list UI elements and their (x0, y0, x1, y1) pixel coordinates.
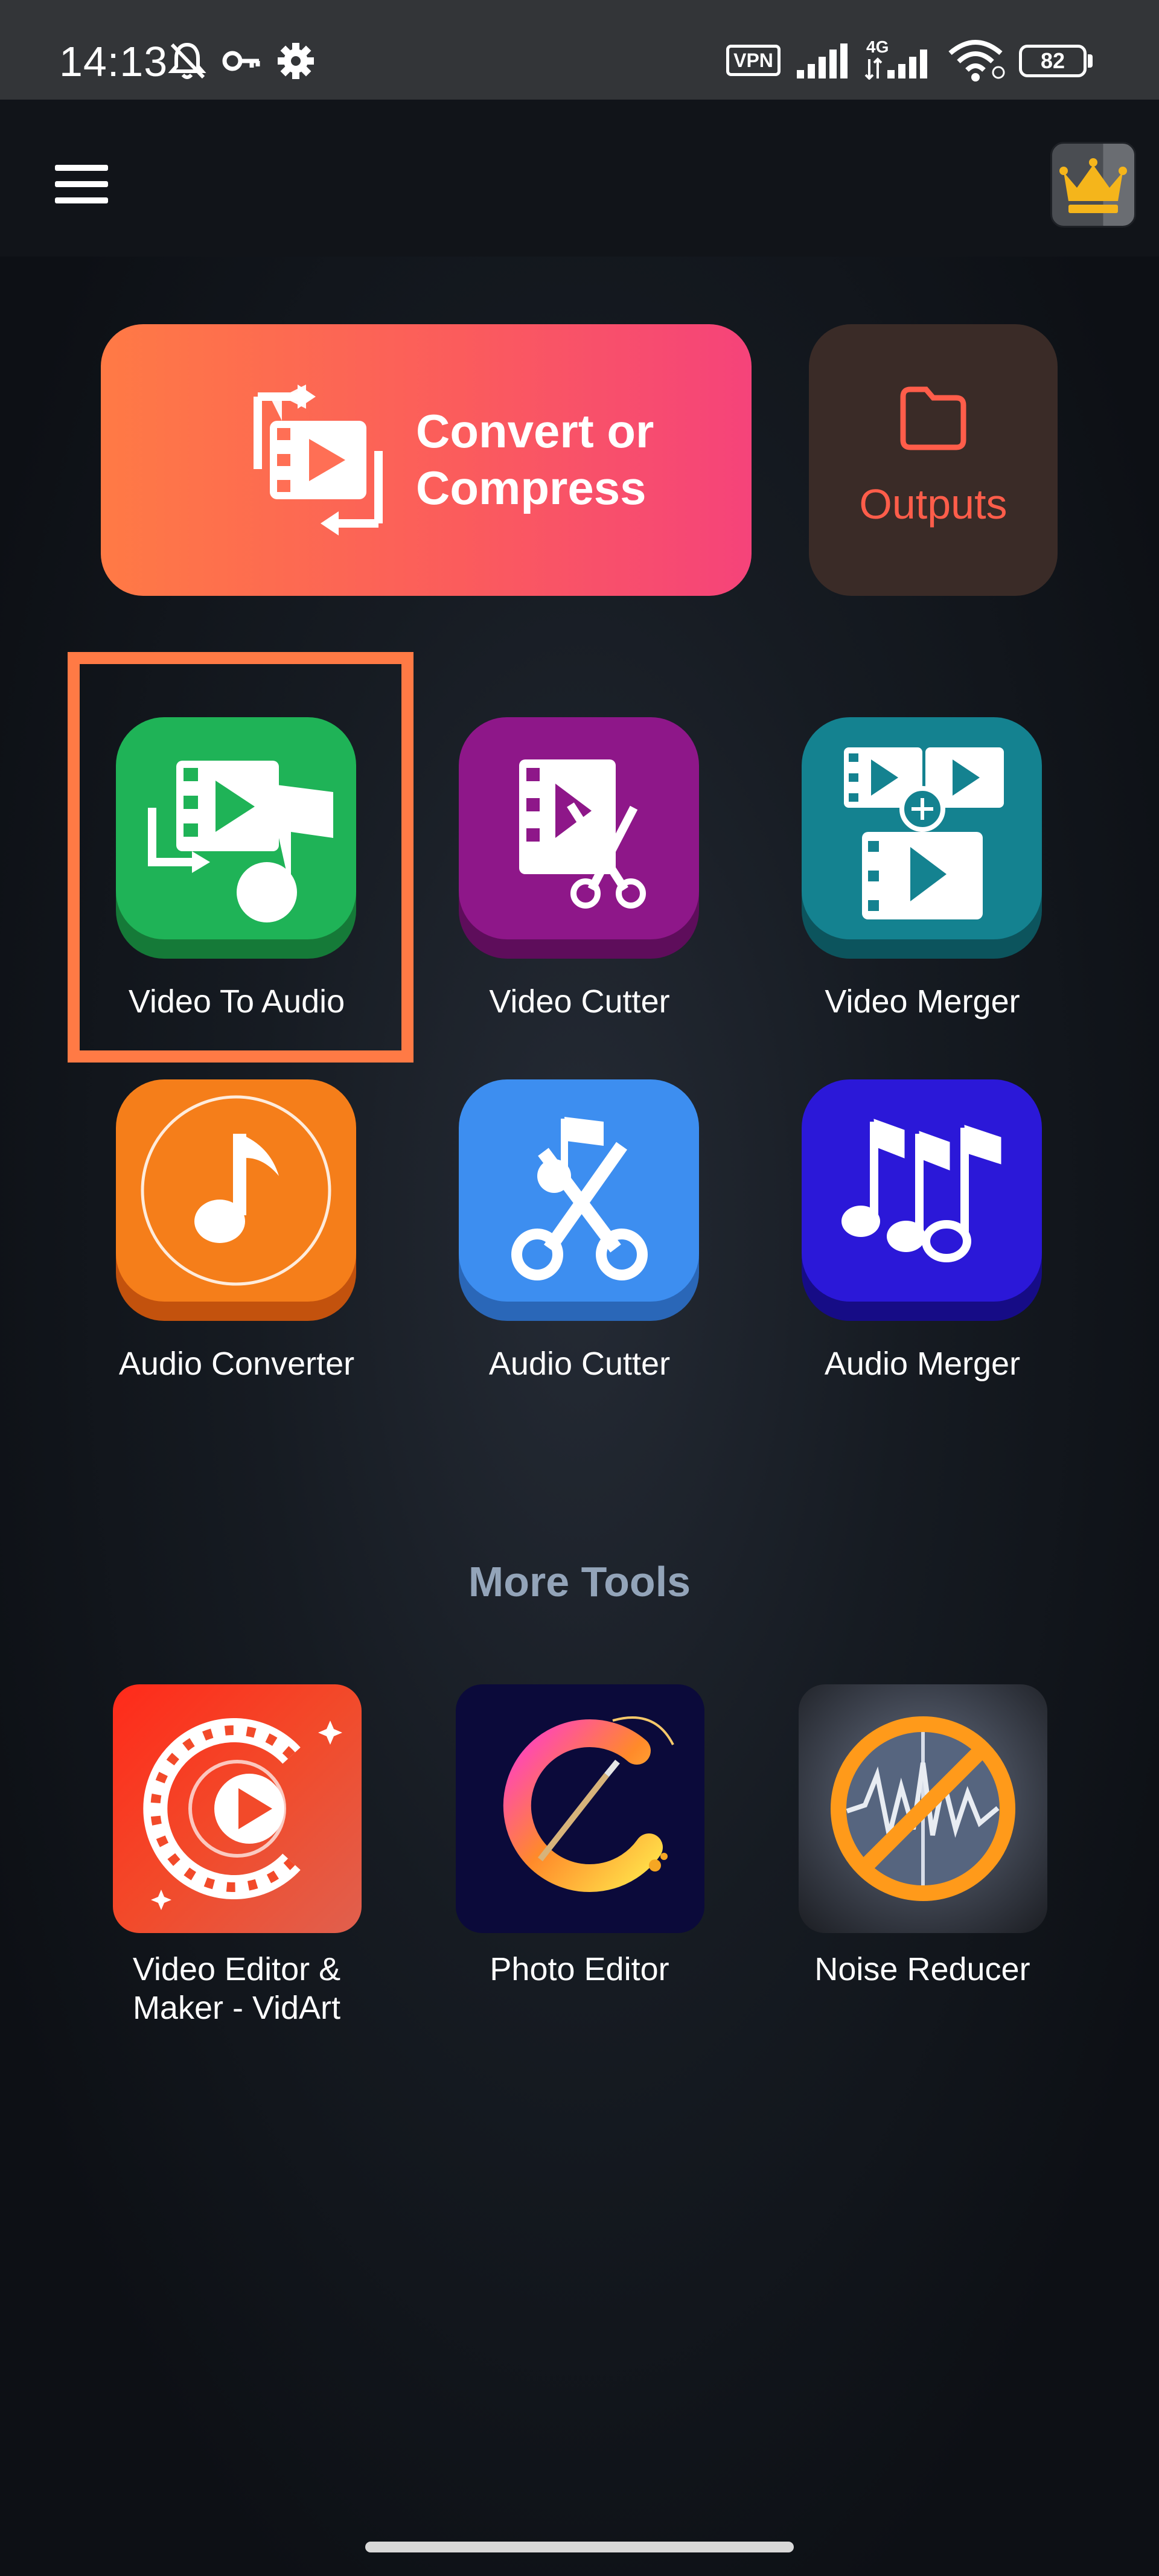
muted-bell-icon (168, 42, 206, 79)
crown-icon (1059, 158, 1127, 213)
tool-label: Audio Merger (824, 1346, 1021, 1382)
tool-label: Audio Cutter (488, 1346, 671, 1382)
outputs-label: Outputs (859, 481, 1007, 528)
audio-cutter-icon (459, 1079, 699, 1302)
selection-highlight (68, 652, 413, 1063)
tool-video-merger[interactable]: Video Merger (759, 717, 1042, 1043)
convert-label-line1: Convert or (416, 404, 654, 458)
status-time: 14:13 (59, 38, 168, 85)
vidart-label-line2: Maker - VidArt (132, 1990, 341, 2026)
audio-merger-icon (802, 1079, 1042, 1302)
signal-icon (797, 43, 848, 78)
convert-label-line2: Compress (416, 461, 647, 514)
folder-icon (900, 386, 966, 450)
more-tool-noise-reducer[interactable]: Noise Reducer (759, 1684, 1085, 2022)
hamburger-menu-icon[interactable] (51, 160, 112, 208)
photo-editor-label-line1: Photo Editor (490, 1951, 669, 1987)
wifi-icon (948, 40, 1005, 81)
vidart-app-icon (113, 1684, 362, 1933)
video-merger-icon (802, 717, 1042, 939)
home-indicator[interactable] (365, 2542, 794, 2552)
tool-label: Video Merger (825, 983, 1020, 1020)
convert-or-compress-button[interactable]: Convert or Compress (101, 324, 752, 596)
tool-audio-converter[interactable]: Audio Converter (74, 1079, 356, 1405)
noise-reducer-label: Noise Reducer (759, 1950, 1085, 1989)
signal-4g-icon (864, 50, 927, 80)
vidart-label-line1: Video Editor & (132, 1951, 341, 1987)
premium-button[interactable] (1050, 142, 1136, 228)
battery-tip (1088, 54, 1093, 68)
noise-reducer-app-icon (799, 1684, 1047, 1933)
convert-label: Convert or Compress (416, 403, 706, 516)
photo-editor-label: Photo Editor (417, 1950, 742, 1989)
tool-label: Video Cutter (489, 983, 670, 1020)
tool-label: Audio Converter (118, 1346, 355, 1382)
outputs-button[interactable]: Outputs (809, 324, 1058, 596)
status-bar: 14:13 VPN 4G 82 (0, 0, 1159, 100)
app-header (0, 100, 1159, 257)
tool-video-cutter[interactable]: Video Cutter (417, 717, 699, 1043)
tool-audio-cutter[interactable]: Audio Cutter (417, 1079, 699, 1405)
more-tools-title: More Tools (468, 1558, 691, 1605)
vpn-badge: VPN (726, 45, 781, 76)
photo-editor-app-icon (456, 1684, 704, 1933)
audio-converter-icon (116, 1079, 356, 1302)
convert-icon (254, 385, 383, 535)
battery-indicator: 82 (1019, 45, 1087, 77)
more-tool-photo-editor[interactable]: Photo Editor (417, 1684, 742, 2022)
vidart-label: Video Editor & Maker - VidArt (74, 1950, 400, 2027)
video-cutter-icon (459, 717, 699, 939)
key-icon (222, 51, 260, 71)
tool-audio-merger[interactable]: Audio Merger (759, 1079, 1042, 1405)
gear-icon (278, 43, 314, 79)
more-tool-vidart[interactable]: Video Editor & Maker - VidArt (74, 1684, 400, 2026)
noise-reducer-label-line1: Noise Reducer (814, 1951, 1030, 1987)
